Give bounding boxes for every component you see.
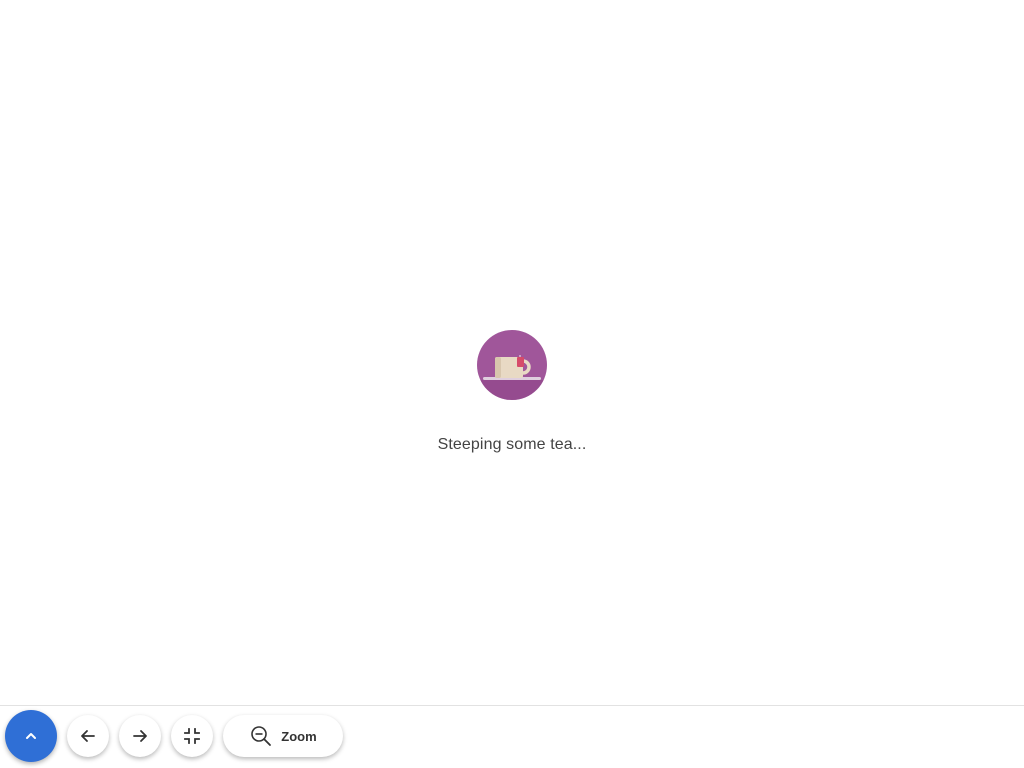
bottom-toolbar: Zoom xyxy=(0,705,1024,768)
page: Steeping some tea... Zoom xyxy=(0,0,1024,768)
menu-toggle-button[interactable] xyxy=(5,710,57,762)
forward-button[interactable] xyxy=(119,715,161,757)
zoom-out-icon xyxy=(249,724,273,748)
arrow-right-icon xyxy=(130,726,150,746)
collapse-icon xyxy=(183,727,201,745)
tea-cup-icon xyxy=(477,330,547,400)
loading-indicator: Steeping some tea... xyxy=(0,330,1024,454)
arrow-left-icon xyxy=(78,726,98,746)
chevron-up-icon xyxy=(23,728,39,744)
exit-fullscreen-button[interactable] xyxy=(171,715,213,757)
zoom-label: Zoom xyxy=(281,728,317,744)
back-button[interactable] xyxy=(67,715,109,757)
loading-message: Steeping some tea... xyxy=(437,436,587,453)
zoom-button[interactable]: Zoom xyxy=(223,715,343,757)
